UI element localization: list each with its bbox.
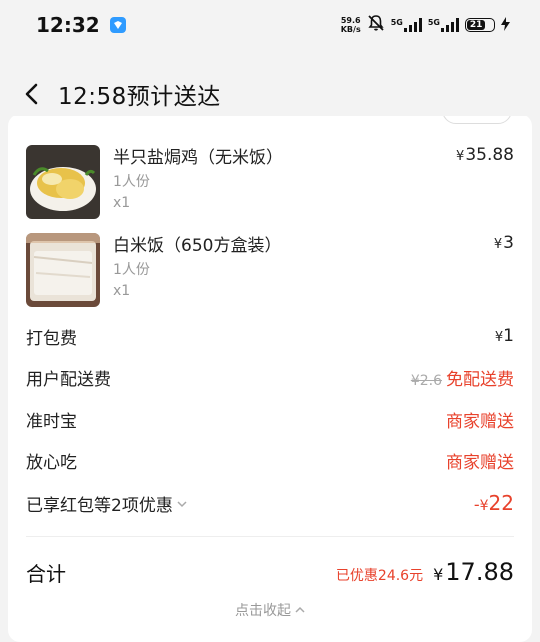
battery-level: 21 (467, 20, 486, 30)
delivery-fee-free: 免配送费 (446, 369, 514, 390)
on-time-guarantee-value: 商家赠送 (446, 411, 514, 432)
delivery-fee-original: ¥2.6 (410, 372, 442, 389)
signal-1: 5G (391, 18, 422, 32)
food-safety-value: 商家赠送 (446, 452, 514, 473)
item-name: 白米饭（650方盒装） (113, 236, 282, 256)
scrolled-content-peek (8, 114, 532, 128)
discount-value: -¥22 (473, 491, 514, 515)
currency-symbol: ¥ (494, 330, 504, 345)
charging-icon (501, 16, 510, 35)
order-item[interactable]: 半只盐焗鸡（无米饭） 1人份 x1 ¥35.88 (26, 145, 514, 221)
page-header: 12:58预计送达 (0, 72, 540, 116)
divider (26, 536, 514, 537)
total-row: 合计 已优惠24.6元 ¥17.88 (26, 554, 514, 590)
currency-symbol: ¥ (433, 565, 444, 584)
battery-icon: 21 (465, 18, 495, 32)
status-left: 12:32 (36, 13, 126, 37)
item-quantity: x1 (113, 283, 131, 299)
item-price-value: 35.88 (465, 145, 514, 165)
page-title: 12:58预计送达 (58, 84, 221, 110)
discount-label-text: 已享红包等2项优惠 (26, 495, 173, 516)
chevron-down-icon (177, 493, 187, 513)
order-item[interactable]: 白米饭（650方盒装） 1人份 x1 ¥3 (26, 233, 514, 309)
item-portion: 1人份 (113, 262, 150, 278)
chevron-up-icon (295, 602, 305, 618)
discount-label: 已享红包等2项优惠 (26, 491, 187, 516)
item-price-value: 3 (503, 233, 514, 253)
on-time-guarantee-row[interactable]: 准时宝 商家赠送 (26, 406, 514, 432)
on-time-guarantee-label: 准时宝 (26, 411, 77, 432)
network-speed: 59.6 KB/s (341, 16, 361, 34)
currency-symbol: ¥ (479, 498, 489, 514)
total-saved: 已优惠24.6元 (335, 568, 424, 584)
app-notification-icon (109, 17, 126, 33)
signal-1-label: 5G (390, 18, 403, 27)
discount-amount: 22 (488, 491, 514, 515)
packing-fee-value: ¥1 (495, 326, 514, 346)
item-portion: 1人份 (113, 174, 150, 190)
collapse-label: 点击收起 (235, 603, 291, 619)
food-safety-row[interactable]: 放心吃 商家赠送 (26, 447, 514, 473)
item-quantity: x1 (113, 195, 131, 211)
item-thumbnail (26, 145, 100, 219)
status-bar: 12:32 59.6 KB/s 5G 5G 21 (0, 0, 540, 50)
signal-2: 5G (428, 18, 459, 32)
item-name: 半只盐焗鸡（无米饭） (113, 148, 283, 168)
total-right: 已优惠24.6元 ¥17.88 (336, 558, 514, 586)
currency-symbol: ¥ (456, 149, 465, 164)
discount-row[interactable]: 已享红包等2项优惠 -¥22 (26, 490, 514, 516)
delivery-fee-value: ¥2.6 免配送费 (411, 365, 514, 390)
delivery-fee-row: 用户配送费 ¥2.6 免配送费 (26, 364, 514, 390)
order-detail-card: 半只盐焗鸡（无米饭） 1人份 x1 ¥35.88 白米饭（650方盒装） 1人份… (8, 114, 532, 642)
network-speed-unit: KB/s (340, 25, 361, 34)
back-arrow-icon[interactable] (24, 83, 46, 105)
status-right: 59.6 KB/s 5G 5G 21 (341, 14, 510, 36)
total-amount: ¥17.88 (433, 558, 514, 586)
packing-fee-amount: 1 (503, 326, 514, 346)
delivery-fee-label: 用户配送费 (26, 369, 111, 390)
collapse-button[interactable]: 点击收起 (8, 600, 532, 620)
item-thumbnail (26, 233, 100, 307)
food-safety-label: 放心吃 (26, 452, 77, 473)
mute-icon (367, 14, 385, 36)
total-label: 合计 (26, 561, 66, 586)
signal-bars-icon (441, 18, 459, 32)
packing-fee-label: 打包费 (26, 328, 77, 349)
status-time: 12:32 (36, 13, 100, 37)
signal-bars-icon (403, 18, 422, 32)
item-price: ¥35.88 (456, 145, 514, 165)
packing-fee-row: 打包费 ¥1 (26, 323, 514, 349)
total-amount-value: 17.88 (445, 558, 514, 586)
signal-2-label: 5G (427, 18, 440, 27)
item-price: ¥3 (494, 233, 514, 253)
network-speed-value: 59.6 (340, 16, 361, 25)
currency-symbol: ¥ (493, 237, 503, 252)
